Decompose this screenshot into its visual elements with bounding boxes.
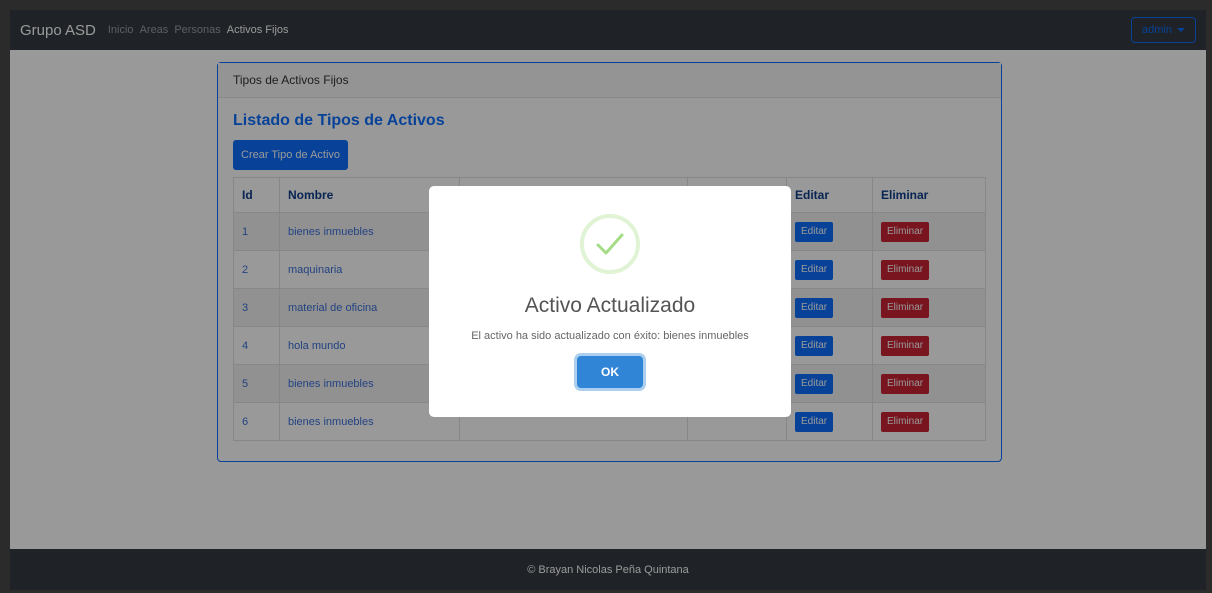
ok-button[interactable]: OK: [577, 356, 643, 388]
dialog-message: El activo ha sido actualizado con éxito:…: [471, 330, 749, 342]
success-dialog: Activo Actualizado El activo ha sido act…: [429, 186, 791, 417]
check-icon: [578, 212, 642, 276]
dialog-title: Activo Actualizado: [524, 294, 696, 317]
app-window: Grupo ASD Inicio Areas Personas Activos …: [10, 10, 1206, 590]
